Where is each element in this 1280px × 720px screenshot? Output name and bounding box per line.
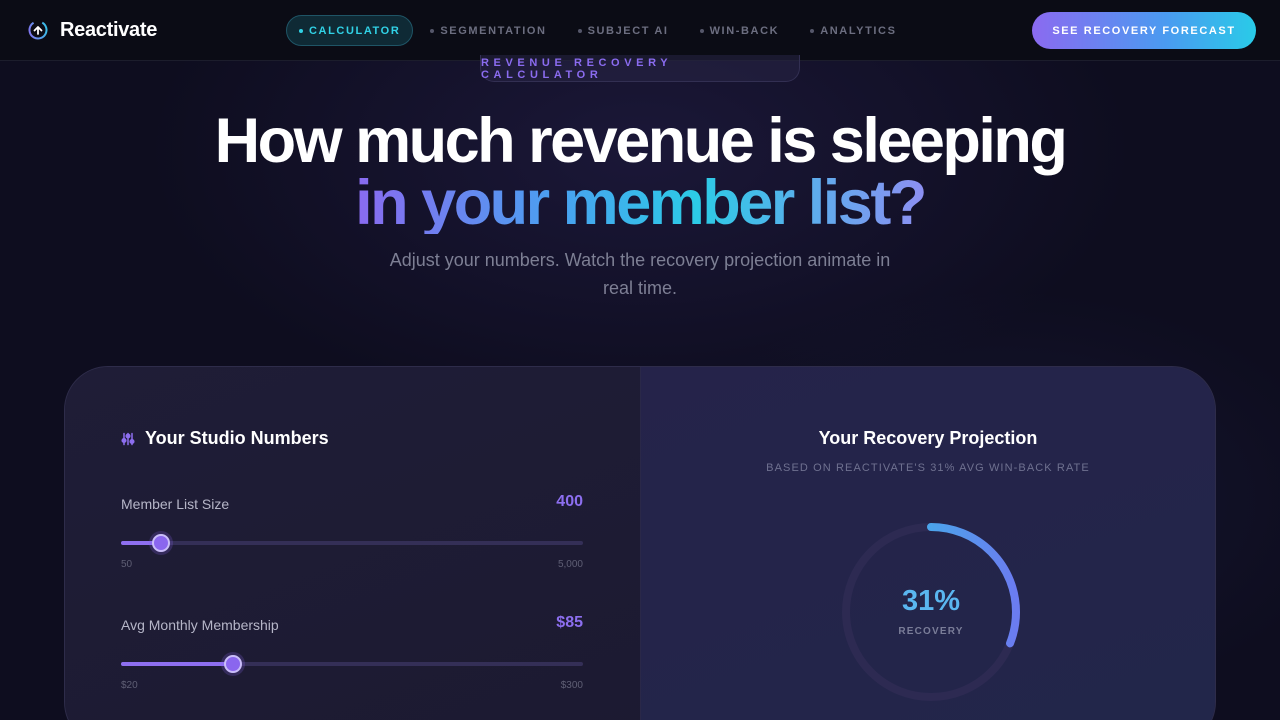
slider-max-label: 5,000 — [557, 559, 583, 570]
slider-min-label: 50 — [121, 559, 133, 570]
nav-item-win-back[interactable]: WIN-BACK — [686, 15, 794, 46]
nav-dot-icon — [299, 28, 303, 33]
brand-logo-icon — [28, 20, 48, 40]
field-value: 400 — [556, 493, 583, 510]
slider-max-label: $300 — [560, 680, 583, 691]
headline-line-2: in your member list? — [355, 168, 927, 238]
brand[interactable]: Reactivate — [26, 17, 157, 43]
eyebrow-badge: REVENUE RECOVERY CALCULATOR — [480, 55, 800, 82]
top-navigation-bar: Reactivate CALCULATOR SEGMENTATION SUBJE… — [0, 0, 1280, 61]
nav-item-label: SEGMENTATION — [440, 24, 547, 37]
nav-item-label: WIN-BACK — [709, 24, 780, 37]
nav-item-label: ANALYTICS — [820, 24, 897, 37]
sliders-icon — [121, 432, 135, 445]
inputs-panel-title: Your Studio Numbers — [121, 428, 329, 449]
recovery-label: RECOVERY — [898, 626, 964, 637]
slider-min-label: $20 — [121, 680, 138, 691]
inputs-panel-title-text: Your Studio Numbers — [145, 428, 329, 448]
projection-panel: Your Recovery Projection BASED ON REACTI… — [640, 367, 1215, 720]
brand-name: Reactivate — [60, 18, 158, 41]
projection-title: Your Recovery Projection — [818, 428, 1038, 448]
headline-line-1: How much revenue is sleeping — [214, 106, 1068, 176]
projection-subtitle: BASED ON REACTIVATE'S 31% AVG WIN-BACK R… — [766, 462, 1090, 474]
slider-thumb[interactable] — [152, 534, 171, 552]
see-recovery-forecast-button[interactable]: SEE RECOVERY FORECAST — [1032, 12, 1256, 49]
recovery-percent: 31% — [901, 585, 961, 617]
subheadline: Adjust your numbers. Watch the recovery … — [389, 250, 891, 298]
main-nav: CALCULATOR SEGMENTATION SUBJECT AI WIN-B… — [286, 15, 914, 46]
nav-dot-icon — [577, 28, 582, 33]
nav-dot-icon — [810, 28, 815, 33]
field-label: Member List Size — [121, 496, 230, 512]
recovery-ring-gauge: 31% RECOVERY — [836, 517, 1026, 707]
member-list-size-slider[interactable] — [121, 534, 583, 552]
nav-item-analytics[interactable]: ANALYTICS — [796, 15, 910, 46]
field-value: $85 — [556, 614, 583, 631]
nav-item-label: CALCULATOR — [309, 24, 401, 37]
nav-dot-icon — [430, 28, 435, 33]
slider-fill — [121, 662, 234, 666]
field-label: Avg Monthly Membership — [121, 617, 279, 633]
nav-dot-icon — [699, 28, 704, 33]
avg-monthly-membership-slider[interactable] — [121, 655, 583, 673]
nav-item-subject-ai[interactable]: SUBJECT AI — [564, 15, 683, 46]
slider-thumb[interactable] — [224, 655, 243, 673]
inputs-panel: Your Studio Numbers Member List Size 400… — [65, 367, 640, 720]
page-title: How much revenue is sleeping in your mem… — [0, 106, 1280, 238]
nav-item-segmentation[interactable]: SEGMENTATION — [416, 15, 560, 46]
calculator-card: Your Studio Numbers Member List Size 400… — [64, 366, 1216, 720]
nav-item-calculator[interactable]: CALCULATOR — [286, 15, 414, 46]
nav-item-label: SUBJECT AI — [587, 24, 669, 37]
